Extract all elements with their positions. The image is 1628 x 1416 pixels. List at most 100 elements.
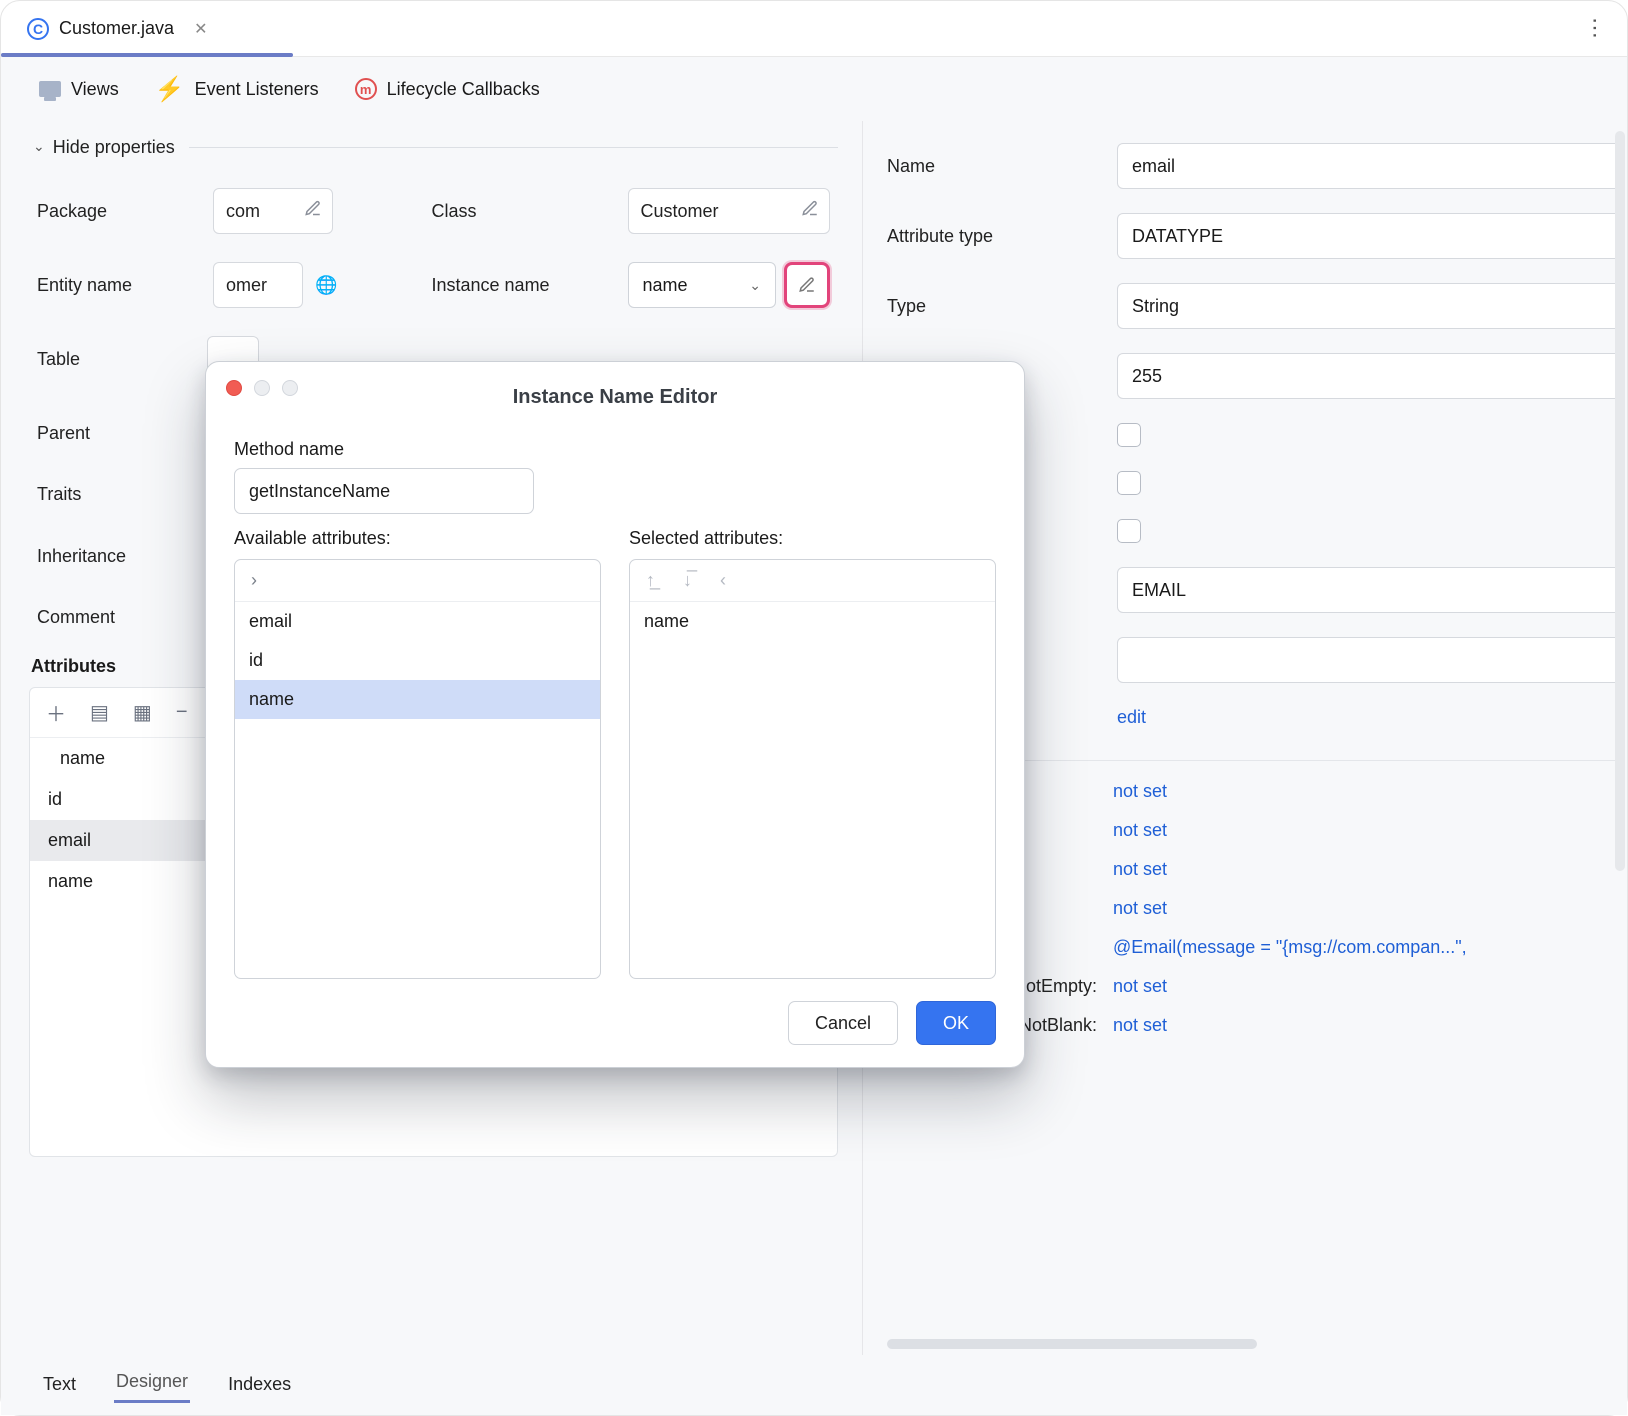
table-label: Table	[37, 349, 183, 370]
selected-attributes-label: Selected attributes:	[629, 528, 996, 549]
instance-name-value: name	[643, 275, 688, 296]
validation-value-link[interactable]: not set	[1113, 1015, 1167, 1036]
move-up-icon[interactable]: ↑̲	[646, 570, 655, 591]
validation-value-link[interactable]: not set	[1113, 820, 1167, 841]
file-tab-customer[interactable]: C Customer.java ✕	[21, 18, 213, 40]
length-input[interactable]: 255	[1117, 353, 1621, 399]
selected-attributes-listbox[interactable]: ↑̲ ↓̅ ‹ name	[629, 559, 996, 979]
instance-name-editor-dialog: Instance Name Editor Method name getInst…	[205, 361, 1025, 1068]
entity-name-value: omer	[226, 275, 267, 296]
validation-value-link[interactable]: not set	[1113, 781, 1167, 802]
cancel-button[interactable]: Cancel	[788, 1001, 898, 1045]
method-name-label: Method name	[234, 429, 996, 468]
move-down-icon[interactable]: ↓̅	[683, 570, 692, 591]
vertical-scrollbar[interactable]	[1615, 131, 1625, 871]
checkbox-3[interactable]	[1117, 519, 1141, 543]
inheritance-label: Inheritance	[37, 546, 183, 567]
package-value: com	[226, 201, 260, 222]
file-tab-label: Customer.java	[59, 18, 174, 39]
available-toolbar: ›	[235, 560, 600, 602]
available-attributes-listbox[interactable]: › emailidname	[234, 559, 601, 979]
lifecycle-icon: m	[355, 78, 377, 100]
edit-link[interactable]: edit	[1117, 707, 1146, 728]
available-item[interactable]: email	[235, 602, 600, 641]
remove-icon[interactable]: −	[176, 701, 188, 724]
validation-value-link[interactable]: not set	[1113, 898, 1167, 919]
validation-value-link[interactable]: @Email(message = "{msg://com.compan...",	[1113, 937, 1467, 958]
package-label: Package	[37, 201, 197, 222]
add-icon[interactable]: ＋	[46, 698, 66, 727]
hide-properties-toggle[interactable]: ⌄ Hide properties	[29, 131, 179, 164]
length-value: 255	[1132, 366, 1162, 387]
maximize-window-icon[interactable]	[282, 380, 298, 396]
validation-value-link[interactable]: not set	[1113, 976, 1167, 997]
instance-name-edit-button[interactable]	[784, 262, 830, 308]
pencil-icon[interactable]	[304, 200, 322, 223]
globe-icon[interactable]: 🌐	[315, 275, 337, 296]
instance-name-label: Instance name	[432, 275, 612, 296]
close-window-icon[interactable]	[226, 380, 242, 396]
type-input[interactable]: String	[1117, 283, 1621, 329]
pencil-icon[interactable]	[801, 200, 819, 223]
window-controls	[226, 380, 298, 396]
entity-name-input[interactable]: omer	[213, 262, 303, 308]
type-label: Type	[887, 296, 1097, 317]
available-attributes-label: Available attributes:	[234, 528, 601, 549]
horizontal-scrollbar[interactable]	[887, 1339, 1257, 1349]
name-input[interactable]: email	[1117, 143, 1621, 189]
class-icon: C	[27, 18, 49, 40]
close-tab-icon[interactable]: ✕	[194, 19, 207, 39]
method-name-value: getInstanceName	[249, 481, 390, 502]
hide-properties-row: ⌄ Hide properties	[29, 131, 838, 164]
attribute-type-label: Attribute type	[887, 226, 1097, 247]
tab-indexes[interactable]: Indexes	[226, 1366, 293, 1403]
column-definition-input[interactable]	[1117, 637, 1621, 683]
checkbox-2[interactable]	[1117, 471, 1141, 495]
comment-label: Comment	[37, 607, 183, 628]
class-input[interactable]: Customer	[628, 188, 831, 234]
bolt-icon: ⚡	[155, 75, 185, 104]
calendar-icon[interactable]: ▦	[133, 700, 152, 725]
class-value: Customer	[641, 201, 719, 222]
name-value: email	[1132, 156, 1175, 177]
available-item[interactable]: id	[235, 641, 600, 680]
minimize-window-icon[interactable]	[254, 380, 270, 396]
event-listeners-label: Event Listeners	[195, 79, 319, 100]
available-item[interactable]: name	[235, 680, 600, 719]
column-icon[interactable]: ▤	[90, 700, 109, 725]
lifecycle-callbacks-button[interactable]: m Lifecycle Callbacks	[355, 78, 540, 100]
column-input[interactable]: EMAIL	[1117, 567, 1621, 613]
attribute-type-value: DATATYPE	[1132, 226, 1223, 247]
views-button[interactable]: Views	[39, 79, 119, 100]
chevron-down-icon: ⌄	[33, 138, 45, 155]
tab-designer[interactable]: Designer	[114, 1363, 190, 1403]
checkbox-1[interactable]	[1117, 423, 1141, 447]
method-name-input[interactable]: getInstanceName	[234, 468, 534, 514]
more-menu-icon[interactable]: ⋯	[1582, 17, 1608, 41]
name-label: Name	[887, 156, 1097, 177]
section-divider	[189, 147, 838, 148]
ok-button[interactable]: OK	[916, 1001, 996, 1045]
dialog-title: Instance Name Editor	[234, 382, 996, 429]
entity-name-label: Entity name	[37, 275, 197, 296]
attribute-type-input[interactable]: DATATYPE	[1117, 213, 1621, 259]
editor-tab-bar: C Customer.java ✕ ⋯	[1, 1, 1627, 57]
event-listeners-button[interactable]: ⚡ Event Listeners	[155, 75, 319, 104]
views-label: Views	[71, 79, 119, 100]
tab-active-underline	[1, 53, 293, 57]
chevron-down-icon: ⌄	[749, 277, 761, 294]
type-value: String	[1132, 296, 1179, 317]
traits-label: Traits	[37, 484, 183, 505]
package-input[interactable]: com	[213, 188, 333, 234]
selected-item[interactable]: name	[630, 602, 995, 641]
validation-value-link[interactable]: not set	[1113, 859, 1167, 880]
monitor-icon	[39, 81, 61, 97]
parent-label: Parent	[37, 423, 183, 444]
move-left-icon[interactable]: ‹	[720, 570, 726, 591]
dialog-actions: Cancel OK	[234, 1001, 996, 1045]
move-right-icon[interactable]: ›	[251, 570, 257, 591]
lifecycle-callbacks-label: Lifecycle Callbacks	[387, 79, 540, 100]
column-value: EMAIL	[1132, 580, 1186, 601]
tab-text[interactable]: Text	[41, 1366, 78, 1403]
instance-name-select[interactable]: name ⌄	[628, 262, 777, 308]
